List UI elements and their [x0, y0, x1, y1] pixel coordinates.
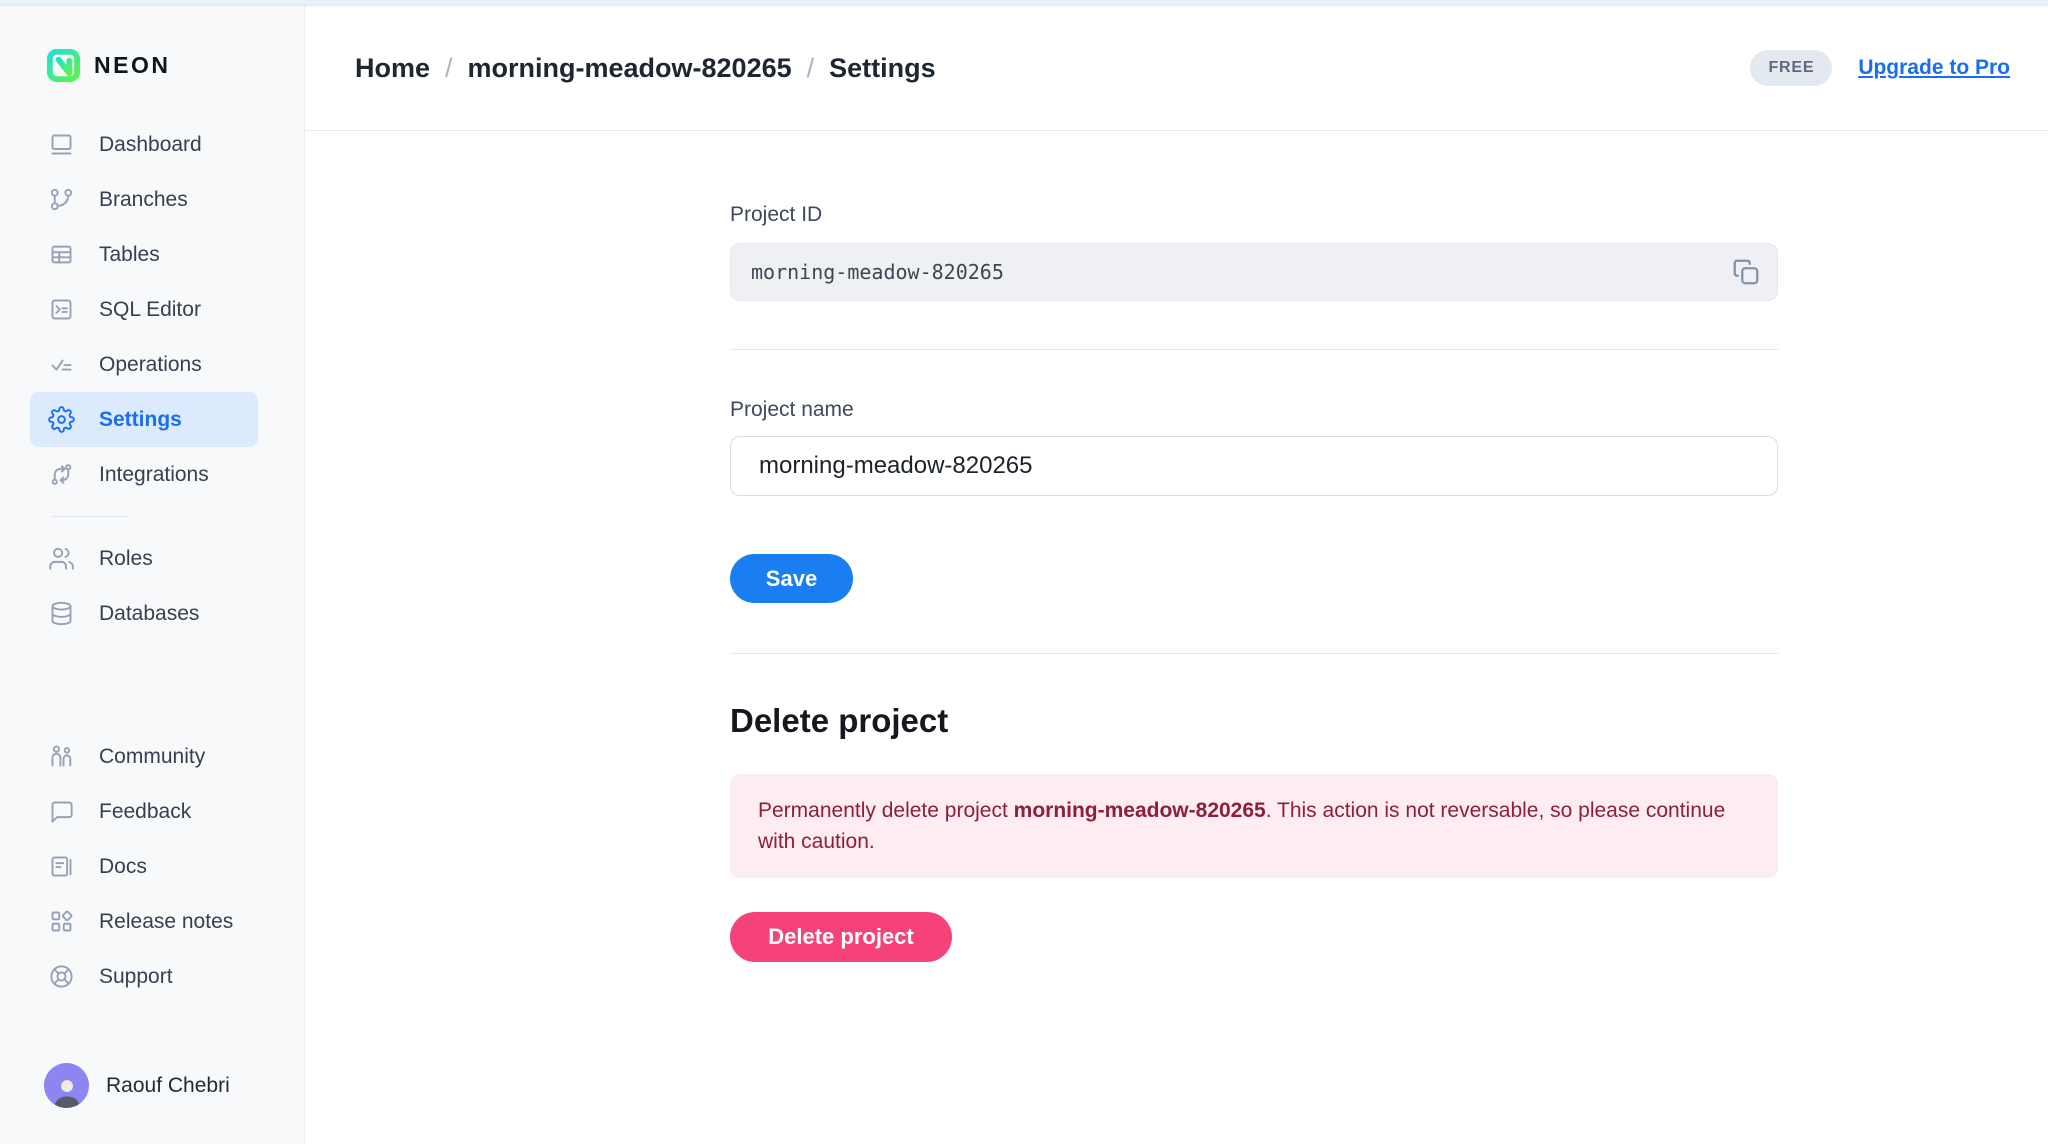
neon-logo-icon	[46, 48, 81, 83]
sidebar-item-release-notes[interactable]: Release notes	[30, 894, 258, 949]
project-id-label: Project ID	[730, 203, 1778, 227]
sidebar-item-label: SQL Editor	[99, 298, 201, 322]
release-notes-icon	[48, 908, 75, 935]
breadcrumb-separator: /	[445, 53, 453, 84]
delete-warning-prefix: Permanently delete project	[758, 799, 1014, 822]
sidebar-item-feedback[interactable]: Feedback	[30, 784, 258, 839]
delete-project-heading: Delete project	[730, 702, 1778, 740]
dashboard-icon	[48, 131, 75, 158]
sidebar-item-settings[interactable]: Settings	[30, 392, 258, 447]
sidebar-item-label: Integrations	[99, 463, 209, 487]
breadcrumb-home[interactable]: Home	[355, 53, 430, 84]
sidebar-item-label: Support	[99, 965, 173, 989]
sidebar-item-support[interactable]: Support	[30, 949, 258, 1004]
table-icon	[48, 241, 75, 268]
section-divider	[730, 653, 1778, 654]
sidebar-item-community[interactable]: Community	[30, 729, 258, 784]
sidebar-item-databases[interactable]: Databases	[30, 586, 258, 641]
docs-icon	[48, 853, 75, 880]
sidebar-item-label: Branches	[99, 188, 188, 212]
integrations-icon	[48, 461, 75, 488]
terminal-icon	[48, 296, 75, 323]
sidebar-item-tables[interactable]: Tables	[30, 227, 258, 282]
user-profile[interactable]: Raouf Chebri	[0, 1063, 304, 1144]
upgrade-to-pro-link[interactable]: Upgrade to Pro	[1858, 56, 2010, 80]
neon-wordmark: NEON	[94, 52, 170, 79]
sidebar-item-dashboard[interactable]: Dashboard	[30, 117, 258, 172]
community-icon	[48, 743, 75, 770]
project-name-label: Project name	[730, 398, 1778, 422]
sidebar-item-sql-editor[interactable]: SQL Editor	[30, 282, 258, 337]
user-name: Raouf Chebri	[106, 1074, 230, 1098]
copy-button[interactable]	[1723, 249, 1769, 295]
git-branch-icon	[48, 186, 75, 213]
sidebar: NEON Dashboard Branches	[0, 6, 305, 1144]
sidebar-nav: Dashboard Branches Tables	[0, 117, 304, 1004]
breadcrumb: Home / morning-meadow-820265 / Settings	[355, 53, 936, 84]
main-area: Home / morning-meadow-820265 / Settings …	[305, 6, 2048, 1144]
sidebar-item-label: Docs	[99, 855, 147, 879]
app-root: NEON Dashboard Branches	[0, 6, 2048, 1144]
delete-warning: Permanently delete project morning-meado…	[730, 774, 1778, 878]
sidebar-divider	[52, 516, 128, 517]
database-icon	[48, 600, 75, 627]
breadcrumb-current: Settings	[829, 53, 936, 84]
check-list-icon	[48, 351, 75, 378]
sidebar-item-label: Databases	[99, 602, 199, 626]
sidebar-item-label: Community	[99, 745, 205, 769]
sidebar-item-roles[interactable]: Roles	[30, 531, 258, 586]
project-name-input[interactable]	[730, 436, 1778, 496]
sidebar-item-label: Settings	[99, 408, 182, 432]
sidebar-item-label: Roles	[99, 547, 153, 571]
settings-content: Project ID morning-meadow-820265 Project…	[305, 131, 2048, 962]
life-buoy-icon	[48, 963, 75, 990]
project-id-field: morning-meadow-820265	[730, 243, 1778, 301]
sidebar-item-label: Tables	[99, 243, 160, 267]
sidebar-item-label: Operations	[99, 353, 202, 377]
sidebar-item-label: Dashboard	[99, 133, 202, 157]
sidebar-item-operations[interactable]: Operations	[30, 337, 258, 392]
breadcrumb-separator: /	[807, 53, 815, 84]
neon-logo[interactable]: NEON	[0, 6, 304, 117]
page-header: Home / morning-meadow-820265 / Settings …	[305, 6, 2048, 131]
section-divider	[730, 349, 1778, 350]
copy-icon	[1731, 257, 1761, 287]
users-icon	[48, 545, 75, 572]
breadcrumb-project[interactable]: morning-meadow-820265	[468, 53, 792, 84]
save-button[interactable]: Save	[730, 554, 853, 603]
project-id-value: morning-meadow-820265	[751, 260, 1723, 284]
header-right: FREE Upgrade to Pro	[1750, 50, 2010, 86]
sidebar-item-branches[interactable]: Branches	[30, 172, 258, 227]
sidebar-item-label: Feedback	[99, 800, 191, 824]
gear-icon	[48, 406, 75, 433]
speech-bubble-icon	[48, 798, 75, 825]
sidebar-spacer	[30, 641, 258, 729]
delete-project-button[interactable]: Delete project	[730, 912, 952, 962]
sidebar-item-docs[interactable]: Docs	[30, 839, 258, 894]
sidebar-item-label: Release notes	[99, 910, 233, 934]
avatar	[44, 1063, 89, 1108]
delete-warning-project-name: morning-meadow-820265	[1014, 799, 1266, 822]
plan-badge: FREE	[1750, 50, 1832, 86]
sidebar-item-integrations[interactable]: Integrations	[30, 447, 258, 502]
